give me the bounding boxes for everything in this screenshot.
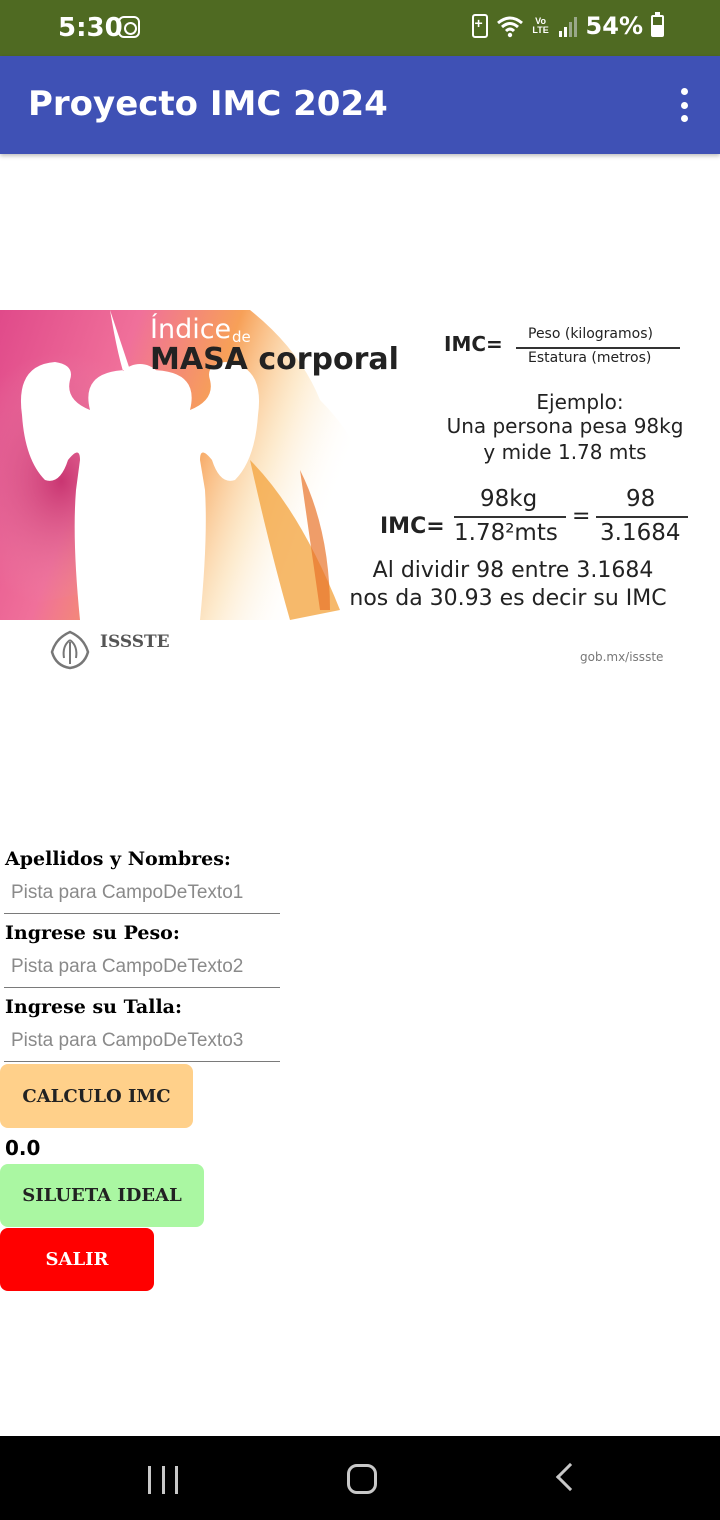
fraction-line <box>454 516 566 518</box>
status-icons: Vo LTE 54% <box>471 12 664 40</box>
banner-heading-indice: Índice <box>150 314 232 345</box>
wifi-icon <box>496 16 523 38</box>
fraction-line <box>516 347 680 349</box>
calculate-bmi-button[interactable]: CALCULO IMC <box>0 1064 193 1128</box>
weight-field[interactable] <box>4 946 280 988</box>
name-field[interactable] <box>4 872 280 914</box>
calc-numerator-1: 98kg <box>480 486 538 512</box>
exit-button[interactable]: SALIR <box>0 1228 154 1291</box>
weight-label: Ingrese su Peso: <box>5 922 180 944</box>
issste-logo-text: ISSSTE <box>100 632 170 652</box>
calc-numerator-2: 98 <box>626 486 656 512</box>
home-icon[interactable] <box>347 1464 377 1494</box>
bmi-result: 0.0 <box>5 1136 41 1160</box>
issste-logo-icon <box>50 630 90 670</box>
height-label: Ingrese su Talla: <box>5 996 183 1018</box>
calc-denominator-1: 1.78²mts <box>454 520 558 546</box>
bmi-infographic: Índice de MASA corporal IMC= Peso (kilog… <box>0 310 720 690</box>
example-line2: y mide 1.78 mts <box>483 440 647 464</box>
system-nav-bar <box>0 1436 720 1520</box>
source-text: gob.mx/issste <box>580 650 664 664</box>
result-line1: Al dividir 98 entre 3.1684 <box>372 558 654 583</box>
banner-heading-masa: MASA corporal <box>150 342 399 377</box>
back-icon[interactable] <box>555 1462 585 1492</box>
battery-icon <box>651 12 664 37</box>
status-time: 5:30 <box>58 13 123 43</box>
calc-label: IMC= <box>380 514 445 539</box>
more-vert-icon[interactable] <box>674 88 694 122</box>
formula-denominator: Estatura (metros) <box>528 350 652 366</box>
ideal-silhouette-button[interactable]: SILUETA IDEAL <box>0 1164 204 1227</box>
calc-denominator-2: 3.1684 <box>600 520 681 546</box>
name-label: Apellidos y Nombres: <box>5 848 231 870</box>
instagram-icon <box>118 16 140 38</box>
fraction-line <box>596 516 688 518</box>
formula-label: IMC= <box>444 332 503 356</box>
app-bar: Proyecto IMC 2024 <box>0 56 720 154</box>
battery-saver-icon <box>471 14 488 38</box>
example-title: Ejemplo: <box>536 390 624 414</box>
status-bar: 5:30 Vo LTE 54% <box>0 0 720 56</box>
signal-icon <box>558 17 577 37</box>
calc-equals: = <box>572 504 591 529</box>
height-field[interactable] <box>4 1020 280 1062</box>
result-line2: nos da 30.93 es decir su IMC <box>349 586 667 611</box>
recent-apps-icon[interactable] <box>148 1466 178 1494</box>
volte-icon: Vo LTE <box>532 16 549 35</box>
formula-numerator: Peso (kilogramos) <box>528 326 653 342</box>
app-title: Proyecto IMC 2024 <box>28 84 388 124</box>
battery-percent: 54% <box>585 12 643 40</box>
example-line1: Una persona pesa 98kg <box>446 414 684 438</box>
